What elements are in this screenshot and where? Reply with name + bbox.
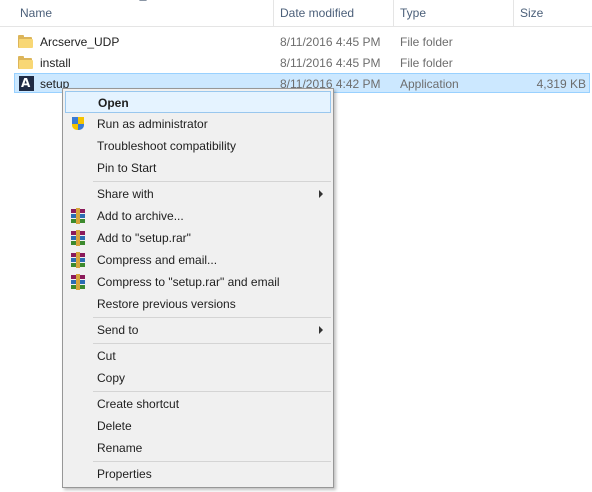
menu-separator bbox=[93, 343, 331, 344]
winrar-icon bbox=[70, 208, 86, 224]
submenu-arrow-icon bbox=[319, 190, 323, 198]
menu-item-label: Copy bbox=[97, 371, 126, 385]
menu-item-label: Share with bbox=[97, 187, 154, 201]
menu-item-add-to-archive[interactable]: Add to archive... bbox=[65, 205, 331, 227]
menu-item-label: Create shortcut bbox=[97, 397, 180, 411]
menu-item-run-as-administrator[interactable]: Run as administrator bbox=[65, 113, 331, 135]
menu-item-label: Cut bbox=[97, 349, 116, 363]
menu-item-label: Compress to "setup.rar" and email bbox=[97, 275, 280, 289]
column-header-name[interactable]: Name bbox=[14, 0, 273, 26]
menu-separator bbox=[93, 391, 331, 392]
folder-icon bbox=[18, 56, 34, 70]
uac-shield-icon bbox=[70, 116, 86, 132]
app-icon: A bbox=[19, 76, 34, 91]
menu-item-restore-previous-versions[interactable]: Restore previous versions bbox=[65, 293, 331, 315]
menu-item-label: Send to bbox=[97, 323, 139, 337]
menu-item-rename[interactable]: Rename bbox=[65, 437, 331, 459]
menu-item-label: Troubleshoot compatibility bbox=[97, 139, 236, 153]
menu-separator bbox=[93, 181, 331, 182]
menu-item-copy[interactable]: Copy bbox=[65, 367, 331, 389]
menu-item-label: Restore previous versions bbox=[97, 297, 236, 311]
menu-item-open[interactable]: Open bbox=[65, 91, 331, 113]
submenu-arrow-icon bbox=[319, 326, 323, 334]
menu-item-label: Add to archive... bbox=[97, 209, 184, 223]
column-header-bar: Name Date modified Type Size bbox=[0, 0, 592, 27]
file-row-install[interactable]: install 8/11/2016 4:45 PM File folder bbox=[14, 53, 590, 73]
menu-item-label: Add to "setup.rar" bbox=[97, 231, 191, 245]
column-header-type[interactable]: Type bbox=[394, 0, 513, 26]
menu-item-create-shortcut[interactable]: Create shortcut bbox=[65, 393, 331, 415]
menu-item-compress-and-email[interactable]: Compress and email... bbox=[65, 249, 331, 271]
file-date-modified: 8/11/2016 4:45 PM bbox=[280, 35, 381, 49]
menu-item-troubleshoot-compatibility[interactable]: Troubleshoot compatibility bbox=[65, 135, 331, 157]
context-menu: Open Run as administrator Troubleshoot c… bbox=[62, 88, 334, 488]
menu-item-delete[interactable]: Delete bbox=[65, 415, 331, 437]
menu-item-label: Compress and email... bbox=[97, 253, 218, 267]
file-size bbox=[514, 53, 586, 73]
menu-separator bbox=[93, 461, 331, 462]
file-size: 4,319 KB bbox=[536, 77, 586, 91]
menu-item-label: Delete bbox=[97, 419, 132, 433]
menu-item-compress-to-setup-rar-and-email[interactable]: Compress to "setup.rar" and email bbox=[65, 271, 331, 293]
column-header-size[interactable]: Size bbox=[514, 0, 592, 26]
folder-icon bbox=[18, 35, 34, 49]
menu-item-properties[interactable]: Properties bbox=[65, 463, 331, 485]
winrar-icon bbox=[70, 252, 86, 268]
file-type: File folder bbox=[400, 56, 453, 70]
menu-item-cut[interactable]: Cut bbox=[65, 345, 331, 367]
file-type: Application bbox=[400, 77, 459, 91]
winrar-icon bbox=[70, 274, 86, 290]
file-row-arcserve-udp[interactable]: Arcserve_UDP 8/11/2016 4:45 PM File fold… bbox=[14, 32, 590, 52]
menu-item-label: Rename bbox=[97, 441, 143, 455]
menu-item-label: Run as administrator bbox=[97, 117, 208, 131]
menu-item-send-to[interactable]: Send to bbox=[65, 319, 331, 341]
menu-separator bbox=[93, 317, 331, 318]
file-name: Arcserve_UDP bbox=[40, 35, 120, 49]
file-date-modified: 8/11/2016 4:45 PM bbox=[280, 56, 381, 70]
menu-item-share-with[interactable]: Share with bbox=[65, 183, 331, 205]
column-header-date-modified[interactable]: Date modified bbox=[274, 0, 393, 26]
menu-item-pin-to-start[interactable]: Pin to Start bbox=[65, 157, 331, 179]
file-name: install bbox=[40, 56, 71, 70]
file-size bbox=[514, 32, 586, 52]
menu-item-label: Open bbox=[98, 96, 129, 110]
menu-item-label: Pin to Start bbox=[97, 161, 157, 175]
menu-item-add-to-setup-rar[interactable]: Add to "setup.rar" bbox=[65, 227, 331, 249]
file-type: File folder bbox=[400, 35, 453, 49]
winrar-icon bbox=[70, 230, 86, 246]
menu-item-label: Properties bbox=[97, 467, 152, 481]
